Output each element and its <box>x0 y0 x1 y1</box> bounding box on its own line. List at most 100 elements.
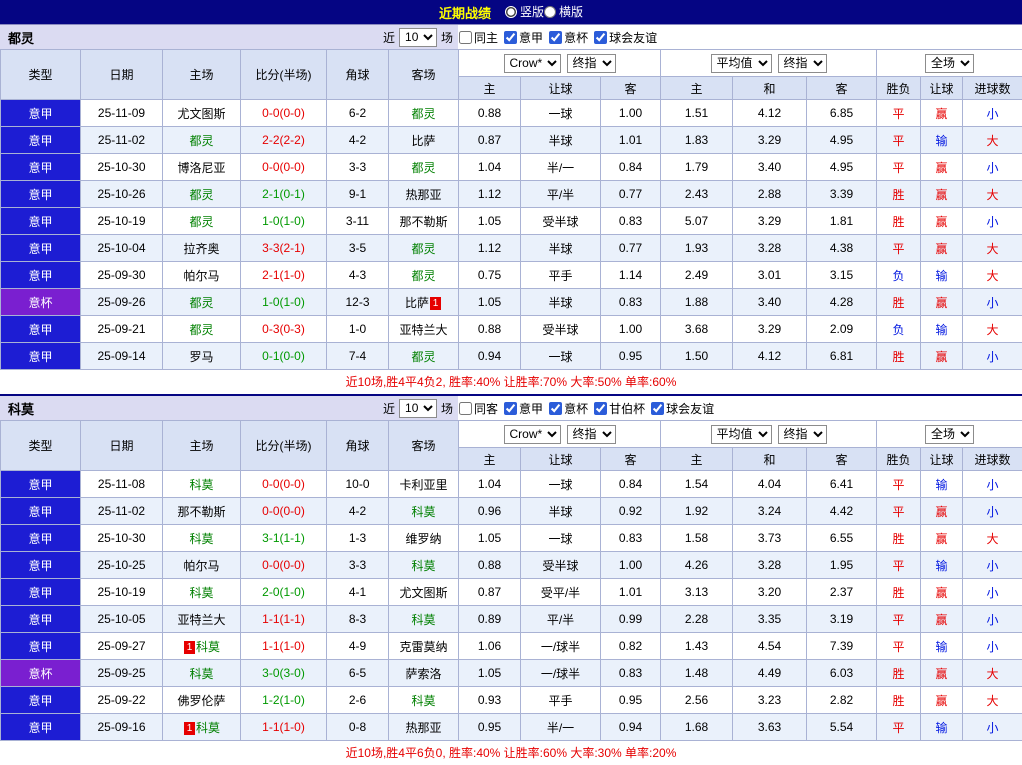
eu-home-odds: 3.13 <box>661 579 733 606</box>
home-team-cell: 佛罗伦萨 <box>163 687 241 714</box>
asian-odds-type-select[interactable]: 终指 <box>567 54 616 73</box>
ah-away-odds: 1.00 <box>601 100 661 127</box>
results-table: 类型日期主场比分(半场)角球客场Crow*终指平均值终指全场主让球客主和客胜负让… <box>0 49 1022 370</box>
red-card-badge: 1 <box>184 722 195 735</box>
match-count-select[interactable]: 10 <box>399 28 437 47</box>
home-team-cell: 科莫 <box>163 525 241 552</box>
away-team-name: 亚特兰大 <box>399 323 447 337</box>
result-cell: 平 <box>877 100 921 127</box>
euro-odds-type-select[interactable]: 终指 <box>778 425 827 444</box>
eu-home-odds: 2.56 <box>661 687 733 714</box>
away-team-cell: 卡利亚里 <box>389 471 459 498</box>
handicap-cell: 受平/半 <box>521 579 601 606</box>
competition-filter-checkbox[interactable] <box>549 31 562 44</box>
date-cell: 25-10-26 <box>81 181 163 208</box>
handicap-cell: 平手 <box>521 262 601 289</box>
handicap-cell: 半/一 <box>521 714 601 741</box>
competition-filter-checkbox[interactable] <box>549 402 562 415</box>
column-header: 主 <box>661 77 733 100</box>
competition-filter-checkbox[interactable] <box>594 31 607 44</box>
ah-home-odds: 0.95 <box>459 714 521 741</box>
corners-cell: 0-8 <box>327 714 389 741</box>
home-team-cell: 都灵 <box>163 181 241 208</box>
competition-filter-checkbox[interactable] <box>504 31 517 44</box>
column-header: 主场 <box>163 50 241 100</box>
score-cell: 2-1(1-0) <box>241 262 327 289</box>
eu-draw-odds: 3.35 <box>733 606 807 633</box>
result-scope-select[interactable]: 全场 <box>925 54 974 73</box>
competition-filter-checkbox[interactable] <box>651 402 664 415</box>
away-team-cell: 尤文图斯 <box>389 579 459 606</box>
view-mode-radio[interactable] <box>505 6 517 18</box>
corners-cell: 2-6 <box>327 687 389 714</box>
league-badge: 意甲 <box>1 498 81 525</box>
eu-away-odds: 6.55 <box>807 525 877 552</box>
same-venue-checkbox[interactable] <box>459 31 472 44</box>
handicap-cell: 半球 <box>521 235 601 262</box>
match-count-select[interactable]: 10 <box>399 399 437 418</box>
column-header: 日期 <box>81 50 163 100</box>
asian-odds-type-select[interactable]: 终指 <box>567 425 616 444</box>
asian-bookmaker-select[interactable]: Crow* <box>504 425 561 444</box>
team-section: 科莫近10场同客意甲意杯甘伯杯球会友谊类型日期主场比分(半场)角球客场Crow*… <box>0 394 1022 765</box>
away-team-name: 都灵 <box>411 161 435 175</box>
home-team-cell: 亚特兰大 <box>163 606 241 633</box>
filter-option: 意杯 <box>549 29 588 46</box>
date-cell: 25-11-08 <box>81 471 163 498</box>
league-badge: 意甲 <box>1 606 81 633</box>
filter-option-label: 意甲 <box>519 400 543 417</box>
filter-option-label: 甘伯杯 <box>609 400 645 417</box>
date-cell: 25-10-19 <box>81 579 163 606</box>
ah-away-odds: 0.83 <box>601 660 661 687</box>
euro-bookmaker-select[interactable]: 平均值 <box>711 425 772 444</box>
eu-away-odds: 4.28 <box>807 289 877 316</box>
filter-option: 球会友谊 <box>651 400 714 417</box>
match-row: 意甲25-09-30帕尔马2-1(1-0)4-3都灵0.75平手1.142.49… <box>1 262 1022 289</box>
ah-away-odds: 1.00 <box>601 552 661 579</box>
eu-home-odds: 2.49 <box>661 262 733 289</box>
column-header: 比分(半场) <box>241 421 327 471</box>
column-header: 主 <box>459 77 521 100</box>
red-card-badge: 1 <box>184 641 195 654</box>
match-row: 意甲25-09-22佛罗伦萨1-2(1-0)2-6科莫0.93平手0.952.5… <box>1 687 1022 714</box>
handicap-cell: 一球 <box>521 343 601 370</box>
goals-cell: 小 <box>963 208 1022 235</box>
euro-bookmaker-select[interactable]: 平均值 <box>711 54 772 73</box>
date-cell: 25-11-02 <box>81 127 163 154</box>
competition-filter-checkbox[interactable] <box>594 402 607 415</box>
competition-filter-checkbox[interactable] <box>504 402 517 415</box>
score-cell: 1-0(1-0) <box>241 208 327 235</box>
column-header: 胜负 <box>877 448 921 471</box>
ah-away-odds: 0.83 <box>601 289 661 316</box>
league-badge: 意甲 <box>1 687 81 714</box>
ah-away-odds: 0.95 <box>601 687 661 714</box>
eu-away-odds: 3.39 <box>807 181 877 208</box>
away-team-name: 维罗纳 <box>405 532 441 546</box>
corners-cell: 4-3 <box>327 262 389 289</box>
date-cell: 25-09-30 <box>81 262 163 289</box>
filter-option-label: 球会友谊 <box>666 400 714 417</box>
goals-cell: 小 <box>963 498 1022 525</box>
league-badge: 意杯 <box>1 289 81 316</box>
home-team-cell: 科莫 <box>163 471 241 498</box>
home-team-name: 科莫 <box>189 586 213 600</box>
ah-home-odds: 0.88 <box>459 100 521 127</box>
match-row: 意甲25-10-30博洛尼亚0-0(0-0)3-3都灵1.04半/一0.841.… <box>1 154 1022 181</box>
away-team-name: 都灵 <box>411 269 435 283</box>
euro-odds-type-select[interactable]: 终指 <box>778 54 827 73</box>
view-mode-radio[interactable] <box>544 6 556 18</box>
filter-option: 同客 <box>459 400 498 417</box>
section-summary: 近10场,胜4平6负0, 胜率:40% 让胜率:60% 大率:30% 单率:20… <box>0 741 1022 765</box>
eu-away-odds: 3.19 <box>807 606 877 633</box>
result-scope-select[interactable]: 全场 <box>925 425 974 444</box>
same-venue-checkbox[interactable] <box>459 402 472 415</box>
score-cell: 0-1(0-0) <box>241 343 327 370</box>
column-header: 日期 <box>81 421 163 471</box>
match-row: 意杯25-09-25科莫3-0(3-0)6-5萨索洛1.05一/球半0.831.… <box>1 660 1022 687</box>
away-team-cell: 都灵 <box>389 235 459 262</box>
home-team-cell: 1科莫 <box>163 633 241 660</box>
away-team-cell: 科莫 <box>389 498 459 525</box>
ah-home-odds: 0.87 <box>459 579 521 606</box>
asian-bookmaker-select[interactable]: Crow* <box>504 54 561 73</box>
eu-away-odds: 2.82 <box>807 687 877 714</box>
